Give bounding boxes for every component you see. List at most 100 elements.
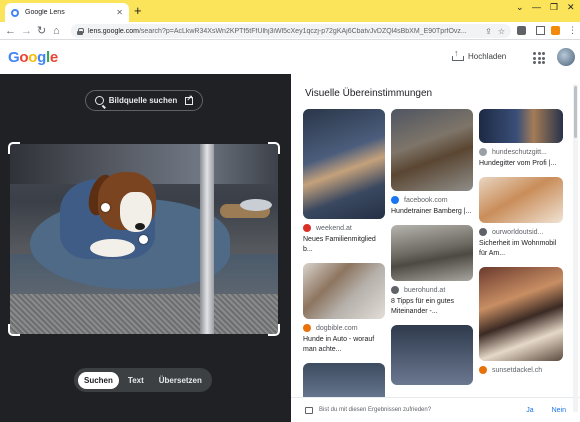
browser-tabstrip: Google Lens ✕ + ⌄ — ❐ ✕ [0, 0, 580, 22]
result-source: facebook.com [391, 196, 473, 204]
upload-icon [452, 48, 464, 61]
extensions-puzzle-icon[interactable] [517, 26, 526, 35]
close-window-icon[interactable]: ✕ [567, 2, 575, 13]
result-card[interactable]: weekend.at Neues Familienmitglied b... [303, 109, 385, 255]
result-thumbnail[interactable] [391, 225, 473, 281]
result-title[interactable]: Hunde in Auto - worauf man achte... [303, 335, 385, 355]
crop-handle-bottom-left[interactable] [8, 324, 20, 336]
result-source-label: weekend.at [316, 224, 352, 232]
image-preview-panel: Bildquelle suchen Suchen Text Übersetzen [0, 74, 291, 422]
upload-button[interactable]: Hochladen [452, 48, 506, 61]
google-logo[interactable]: Google [8, 49, 58, 66]
sidepanel-icon[interactable] [536, 26, 545, 35]
mode-search-tab[interactable]: Suchen [78, 371, 119, 389]
browser-tab[interactable]: Google Lens ✕ [5, 3, 129, 22]
back-icon[interactable]: ← [5, 23, 16, 39]
result-title[interactable]: 8 Tipps für ein gutes Miteinander -... [391, 297, 473, 317]
result-card[interactable]: buerohund.at 8 Tipps für ein gutes Mitei… [391, 225, 473, 317]
logo-letter: g [37, 49, 46, 66]
share-icon[interactable]: ⇪ [485, 27, 492, 36]
results-column-2: facebook.com Hundetrainer Bamberg |... b… [391, 109, 473, 393]
result-card[interactable] [391, 325, 473, 385]
home-icon[interactable]: ⌂ [53, 23, 60, 39]
lock-icon[interactable] [77, 27, 84, 35]
mode-text-tab[interactable]: Text [122, 372, 150, 389]
crop-handle-bottom-right[interactable] [268, 324, 280, 336]
google-lens-favicon-icon [11, 8, 19, 17]
result-thumbnail[interactable] [391, 109, 473, 191]
result-card[interactable]: dogbible.com Hunde in Auto - worauf man … [303, 263, 385, 355]
results-panel: Visuelle Übereinstimmungen weekend.at Ne… [291, 74, 580, 422]
result-thumbnail[interactable] [479, 109, 563, 143]
ourworldoutside-favicon-icon [479, 228, 487, 236]
minimize-icon[interactable]: — [532, 2, 541, 12]
logo-letter: G [8, 49, 20, 66]
result-card[interactable]: facebook.com Hundetrainer Bamberg |... [391, 109, 473, 217]
open-external-icon [185, 94, 194, 105]
results-scrollbar-thumb[interactable] [574, 86, 577, 138]
result-source: dogbible.com [303, 324, 385, 332]
result-card[interactable]: hundeschutzgitt... Hundegitter vom Profi… [479, 109, 563, 169]
feedback-no-button[interactable]: Nein [552, 407, 566, 414]
results-heading: Visuelle Übereinstimmungen [305, 88, 433, 99]
hundeschutzgitter-favicon-icon [479, 148, 487, 156]
crop-handle-top-left[interactable] [8, 142, 20, 154]
sunsetdackel-favicon-icon [479, 366, 487, 374]
result-title[interactable]: Sicherheit im Wohnmobil für Am... [479, 239, 563, 259]
result-source: buerohund.at [391, 286, 473, 294]
tab-search-icon[interactable]: ⌄ [516, 2, 524, 13]
mode-translate-tab[interactable]: Übersetzen [153, 372, 208, 389]
result-thumbnail[interactable] [479, 267, 563, 361]
dogbible-favicon-icon [303, 324, 311, 332]
feedback-bar: Bist du mit diesen Ergebnissen zufrieden… [291, 397, 580, 422]
result-thumbnail[interactable] [303, 109, 385, 219]
url-path: /search?p=AcLkwR34XsWn2KPTf5tFfUlhj3iWl5… [138, 27, 467, 35]
find-image-source-button[interactable]: Bildquelle suchen [85, 90, 203, 111]
crop-handle-top-right[interactable] [268, 142, 280, 154]
close-tab-icon[interactable]: ✕ [116, 8, 123, 17]
find-image-source-label: Bildquelle suchen [108, 96, 178, 105]
logo-letter: o [28, 49, 38, 66]
weekend-favicon-icon [303, 224, 311, 232]
lens-mode-switcher: Suchen Text Übersetzen [74, 368, 212, 392]
account-avatar[interactable] [557, 48, 575, 66]
result-source-label: ourworldoutsid... [492, 228, 544, 236]
result-thumbnail[interactable] [303, 263, 385, 319]
result-source-label: sunsetdackel.ch [492, 366, 543, 374]
tab-title: Google Lens [25, 9, 65, 16]
result-card[interactable]: sunsetdackel.ch [479, 267, 563, 374]
browser-menu-icon[interactable]: ⋮ [568, 25, 577, 36]
object-hotspot-dot[interactable] [101, 203, 110, 212]
object-hotspot-dot[interactable] [139, 235, 148, 244]
new-tab-icon[interactable]: + [134, 3, 142, 19]
result-source-label: hundeschutzgitt... [492, 148, 547, 156]
results-column-1: weekend.at Neues Familienmitglied b... d… [303, 109, 385, 411]
result-card[interactable]: ourworldoutsid... Sicherheit im Wohnmobi… [479, 177, 563, 259]
result-title[interactable]: Neues Familienmitglied b... [303, 235, 385, 255]
maximize-icon[interactable]: ❐ [550, 2, 558, 13]
bookmark-star-icon[interactable]: ☆ [498, 27, 505, 36]
result-source-label: dogbible.com [316, 324, 358, 332]
logo-letter: o [19, 49, 29, 66]
logo-letter: e [49, 49, 58, 66]
buerohund-favicon-icon [391, 286, 399, 294]
forward-icon[interactable]: → [21, 23, 32, 39]
results-column-3: hundeschutzgitt... Hundegitter vom Profi… [479, 109, 563, 382]
result-title[interactable]: Hundetrainer Bamberg |... [391, 207, 473, 217]
reload-icon[interactable]: ↻ [37, 23, 46, 39]
feedback-question: Bist du mit diesen Ergebnissen zufrieden… [319, 407, 432, 413]
feedback-yes-button[interactable]: Ja [526, 407, 533, 414]
url-host: lens.google.com [88, 27, 139, 35]
address-bar[interactable]: lens.google.com/search?p=AcLkwR34XsWn2KP… [71, 24, 511, 38]
browser-toolbar: ← → ↻ ⌂ lens.google.com/search?p=AcLkwR3… [0, 22, 580, 40]
result-source: hundeschutzgitt... [479, 148, 563, 156]
google-apps-icon[interactable] [533, 52, 545, 64]
result-title[interactable]: Hundegitter vom Profi |... [479, 159, 563, 169]
result-thumbnail[interactable] [391, 325, 473, 385]
url-text[interactable]: lens.google.com/search?p=AcLkwR34XsWn2KP… [88, 28, 479, 35]
facebook-favicon-icon [391, 196, 399, 204]
feedback-icon [305, 406, 313, 414]
extension-orange-icon[interactable] [551, 26, 560, 35]
result-thumbnail[interactable] [479, 177, 563, 223]
lens-search-icon [94, 96, 104, 105]
